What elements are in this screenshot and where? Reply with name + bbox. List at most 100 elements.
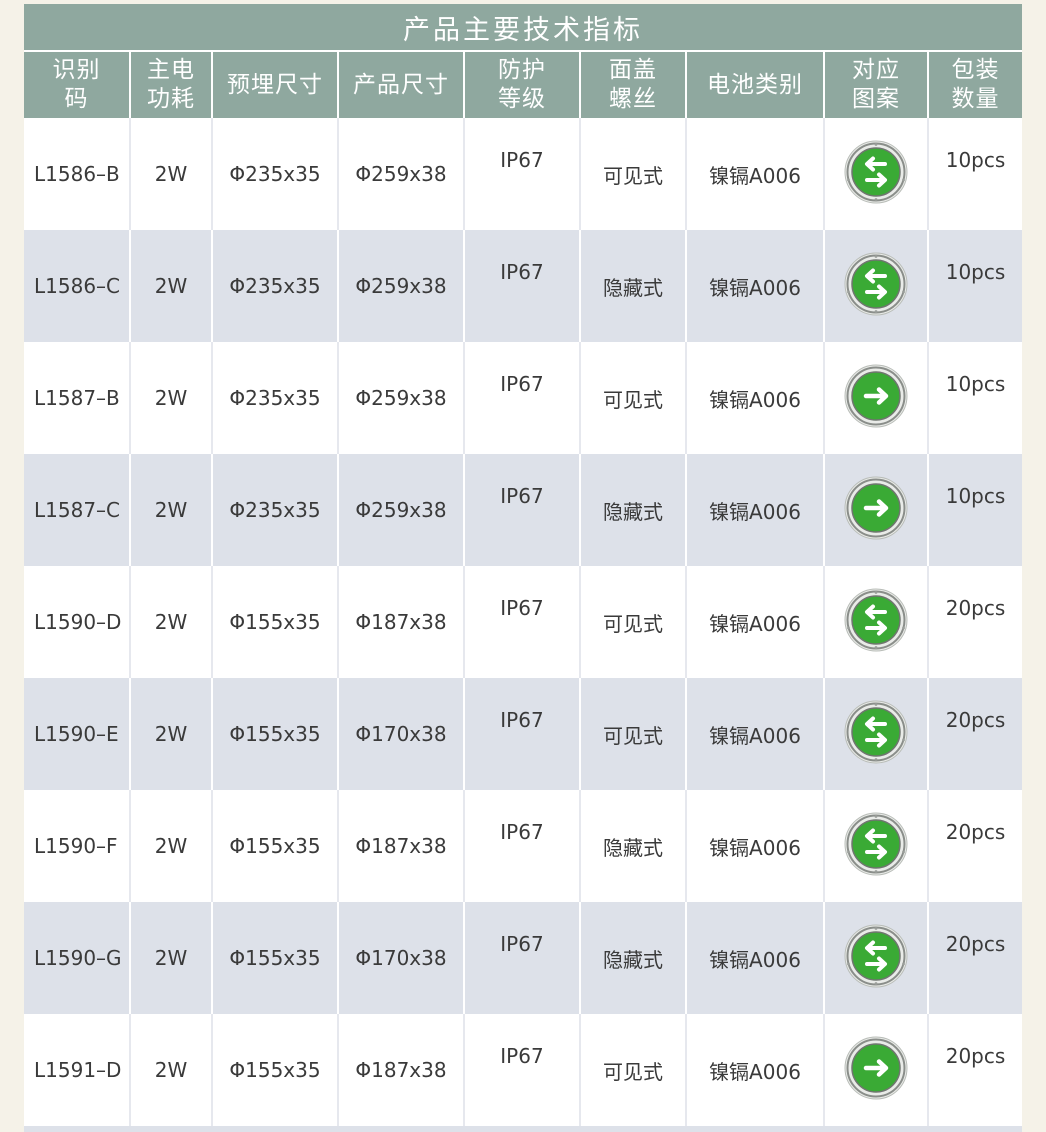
cell-power: 2W <box>130 790 213 902</box>
cell-embed-size: Φ235x35 <box>212 230 339 342</box>
cell-pattern <box>824 1014 929 1126</box>
cell-power: 2W <box>130 678 213 790</box>
cell-cover-screw: 隐藏式 <box>580 230 687 342</box>
cell-embed-size: Φ155x35 <box>212 902 339 1014</box>
table-row: L1587–C 2W Φ235x35 Φ259x38 IP67 隐藏式 镍镉A006 10pc… <box>24 454 1022 566</box>
cell-product-size: Φ259x38 <box>338 230 465 342</box>
cell-battery: 镍镉A006 <box>686 342 825 454</box>
cell-power: 2W <box>130 118 213 230</box>
cell-pattern <box>824 342 929 454</box>
cell-ip-rating: IP67 <box>464 902 581 1014</box>
col-header-code: 识别码 <box>24 52 131 118</box>
cell-ip-rating: IP67 <box>464 1014 581 1126</box>
cell-product-size: Φ170x38 <box>338 678 465 790</box>
double-arrow-icon <box>844 700 908 769</box>
cell-code: L1587–C <box>24 454 131 566</box>
cell-product-size: Φ187x38 <box>338 1014 465 1126</box>
cell-product-size: Φ187x38 <box>338 566 465 678</box>
table-row: L1590–D 2W Φ155x35 Φ187x38 IP67 可见式 镍镉A006 20pc… <box>24 566 1022 678</box>
cell-pack: 20pcs <box>928 790 1022 902</box>
double-arrow-icon <box>844 812 908 881</box>
cell-battery: 镍镉A006 <box>686 790 825 902</box>
cell-code: L1586–C <box>24 230 131 342</box>
cell-pattern <box>824 454 929 566</box>
cell-power: 2W <box>130 566 213 678</box>
cell-code: L1587–B <box>24 342 131 454</box>
cell-battery: 镍镉A006 <box>686 230 825 342</box>
right-arrow-icon <box>844 476 908 545</box>
table-row: L1591–D 2W Φ155x35 Φ187x38 IP67 可见式 镍镉A006 20pc… <box>24 1014 1022 1126</box>
cell-power: 2W <box>130 454 213 566</box>
col-header-power: 主电功耗 <box>130 52 213 118</box>
cell-pattern <box>824 118 929 230</box>
cell-product-size: Φ187x38 <box>338 790 465 902</box>
cell-cover-screw: 隐藏式 <box>580 902 687 1014</box>
double-arrow-icon <box>844 140 908 209</box>
cell-product-size: Φ170x38 <box>338 902 465 1014</box>
table-row: L1586–C 2W Φ235x35 Φ259x38 IP67 隐藏式 镍镉A006 10pc… <box>24 230 1022 342</box>
cell-product-size: Φ259x38 <box>338 454 465 566</box>
cell-ip-rating: IP67 <box>464 678 581 790</box>
cell-cover-screw: 可见式 <box>580 1014 687 1126</box>
cell-cover-screw: 可见式 <box>580 678 687 790</box>
right-arrow-icon <box>844 1036 908 1105</box>
cell-ip-rating: IP67 <box>464 118 581 230</box>
cell-embed-size: Φ235x35 <box>212 118 339 230</box>
cell-battery: 镍镉A006 <box>686 118 825 230</box>
cell-cover-screw: 隐藏式 <box>580 454 687 566</box>
spec-table: 识别码 主电功耗 预埋尺寸 产品尺寸 防护等级 面盖螺丝 电池类别 对应图案 包… <box>24 52 1022 1126</box>
cell-battery: 镍镉A006 <box>686 902 825 1014</box>
cell-pattern <box>824 790 929 902</box>
cell-power: 2W <box>130 902 213 1014</box>
table-row: L1587–B 2W Φ235x35 Φ259x38 IP67 可见式 镍镉A006 10pc… <box>24 342 1022 454</box>
cell-ip-rating: IP67 <box>464 454 581 566</box>
table-row: L1586–B 2W Φ235x35 Φ259x38 IP67 可见式 镍镉A006 10pc… <box>24 118 1022 230</box>
double-arrow-icon <box>844 252 908 321</box>
cell-ip-rating: IP67 <box>464 230 581 342</box>
cell-pack: 10pcs <box>928 342 1022 454</box>
cell-pattern <box>824 902 929 1014</box>
table-row: L1590–E 2W Φ155x35 Φ170x38 IP67 可见式 镍镉A006 20pc… <box>24 678 1022 790</box>
cell-code: L1590–G <box>24 902 131 1014</box>
cell-pack: 20pcs <box>928 678 1022 790</box>
cell-battery: 镍镉A006 <box>686 566 825 678</box>
cell-embed-size: Φ155x35 <box>212 566 339 678</box>
col-header-embed-size: 预埋尺寸 <box>212 52 339 118</box>
cell-cover-screw: 可见式 <box>580 566 687 678</box>
cell-battery: 镍镉A006 <box>686 454 825 566</box>
cell-pattern <box>824 230 929 342</box>
cell-cover-screw: 可见式 <box>580 118 687 230</box>
col-header-product-size: 产品尺寸 <box>338 52 465 118</box>
cell-code: L1591–D <box>24 1014 131 1126</box>
cell-power: 2W <box>130 1014 213 1126</box>
cell-battery: 镍镉A006 <box>686 1014 825 1126</box>
spec-sheet: 产品主要技术指标 识别码 主电功耗 预埋尺寸 产品尺寸 防护等级 面盖螺丝 电池… <box>24 4 1022 1132</box>
col-header-ip-rating: 防护等级 <box>464 52 581 118</box>
double-arrow-icon <box>844 588 908 657</box>
cell-product-size: Φ259x38 <box>338 118 465 230</box>
cell-embed-size: Φ155x35 <box>212 678 339 790</box>
cell-product-size: Φ259x38 <box>338 342 465 454</box>
cell-cover-screw: 隐藏式 <box>580 790 687 902</box>
col-header-cover-screw: 面盖螺丝 <box>580 52 687 118</box>
cell-pattern <box>824 678 929 790</box>
double-arrow-icon <box>844 924 908 993</box>
cell-pack: 10pcs <box>928 118 1022 230</box>
cell-embed-size: Φ235x35 <box>212 454 339 566</box>
table-bottom-edge <box>24 1126 1022 1132</box>
header-row: 识别码 主电功耗 预埋尺寸 产品尺寸 防护等级 面盖螺丝 电池类别 对应图案 包… <box>24 52 1022 118</box>
cell-ip-rating: IP67 <box>464 342 581 454</box>
table-row: L1590–G 2W Φ155x35 Φ170x38 IP67 隐藏式 镍镉A006 20pc… <box>24 902 1022 1014</box>
cell-code: L1586–B <box>24 118 131 230</box>
cell-embed-size: Φ155x35 <box>212 790 339 902</box>
cell-power: 2W <box>130 230 213 342</box>
table-title: 产品主要技术指标 <box>24 4 1022 52</box>
cell-pattern <box>824 566 929 678</box>
right-arrow-icon <box>844 364 908 433</box>
cell-code: L1590–E <box>24 678 131 790</box>
cell-pack: 10pcs <box>928 454 1022 566</box>
cell-pack: 20pcs <box>928 902 1022 1014</box>
cell-embed-size: Φ155x35 <box>212 1014 339 1126</box>
cell-pack: 20pcs <box>928 566 1022 678</box>
col-header-pattern: 对应图案 <box>824 52 929 118</box>
